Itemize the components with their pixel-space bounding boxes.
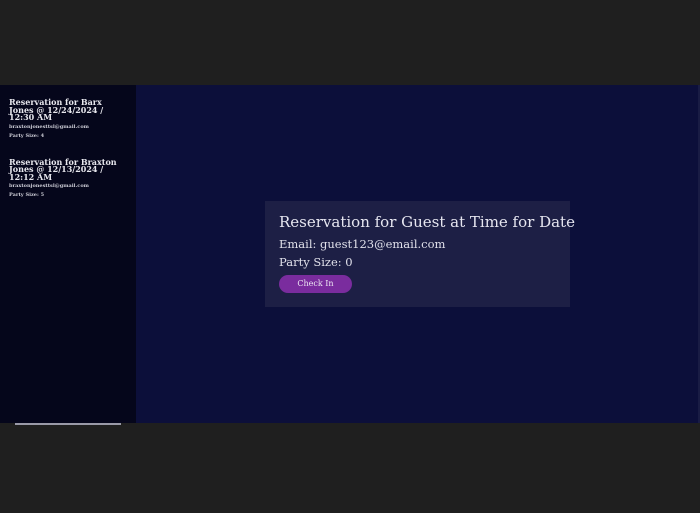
reservation-detail-card: Reservation for Guest at Time for Date E… (265, 201, 575, 307)
reservation-item-title: Reservation for Barx Jones @ 12/24/2024 … (9, 97, 104, 122)
reservation-list-item[interactable]: Reservation for Braxton Jones @ 12/13/20… (9, 156, 128, 198)
reservation-item-party-size: Party Size: 4 (9, 132, 45, 139)
reservation-item-title: Reservation for Braxton Jones @ 12/13/20… (9, 156, 117, 182)
reservation-detail-email: Email: guest123@email.com (279, 237, 446, 251)
reservation-list-item[interactable]: Reservation for Barx Jones @ 12/24/2024 … (9, 97, 128, 139)
sidebar-scrollbar[interactable] (15, 423, 121, 425)
reservation-item-email: braxtonjonesttsl@gmail.com (9, 123, 89, 130)
reservation-item-email: braxtonjonesttsl@gmail.com (9, 183, 89, 189)
reservation-app: Reservation for Barx Jones @ 12/24/2024 … (0, 85, 700, 425)
reservation-item-party-size: Party Size: 5 (9, 192, 45, 198)
reservation-detail-party-size: Party Size: 0 (279, 255, 353, 269)
reservation-detail-title: Reservation for Guest at Time for Date (279, 213, 575, 231)
check-in-button[interactable]: Check In (279, 275, 352, 293)
reservation-sidebar: Reservation for Barx Jones @ 12/24/2024 … (0, 85, 136, 425)
reservation-detail-pane: Reservation for Guest at Time for Date E… (136, 85, 700, 423)
